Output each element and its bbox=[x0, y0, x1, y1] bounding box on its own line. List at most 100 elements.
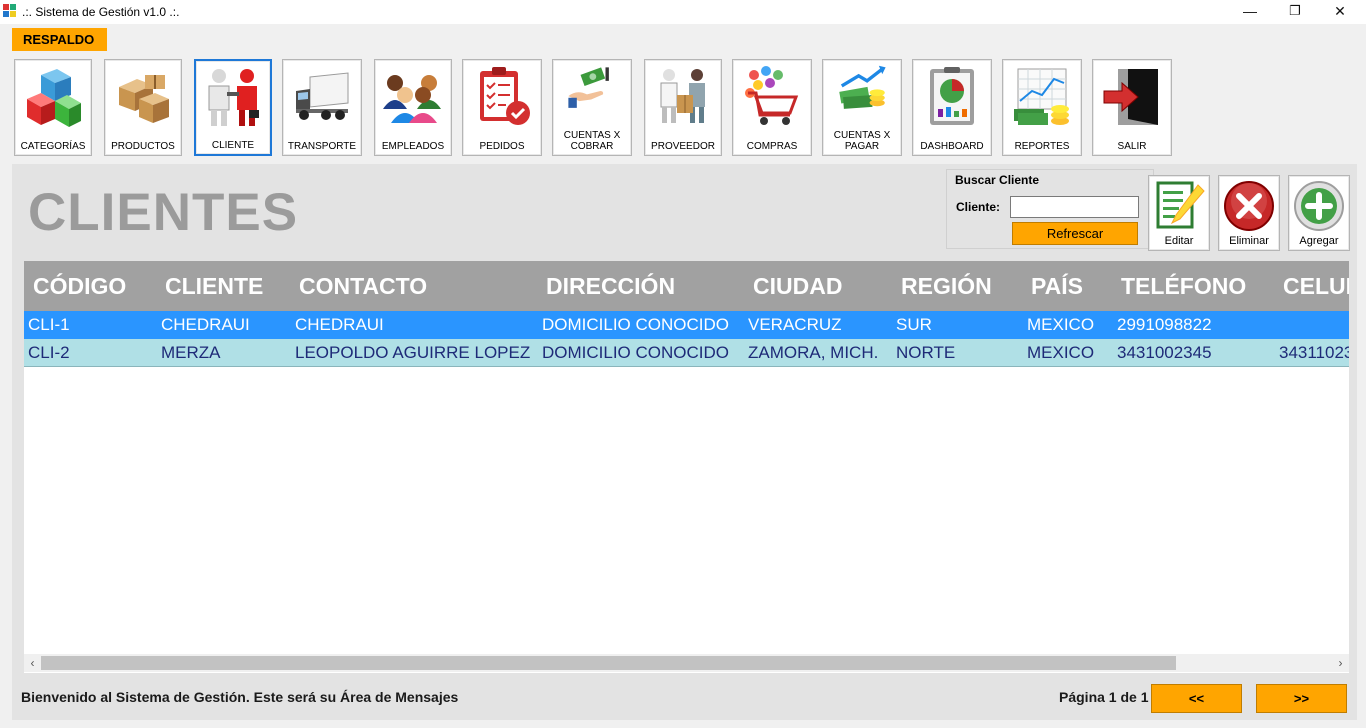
table-row[interactable]: CLI-2 MERZA LEOPOLDO AGUIRRE LOPEZ DOMIC… bbox=[24, 339, 1349, 367]
table-cell: ZAMORA, MICH. bbox=[748, 343, 879, 362]
shopping-cart-icon bbox=[745, 66, 799, 125]
products-button[interactable]: PRODUCTOS bbox=[104, 59, 182, 156]
dashboard-label: DASHBOARD bbox=[920, 141, 984, 152]
column-header[interactable]: CONTACTO bbox=[299, 273, 427, 300]
categories-label: CATEGORÍAS bbox=[20, 141, 86, 152]
money-hand-icon bbox=[568, 67, 609, 108]
grid-header: CÓDIGO CLIENTE CONTACTO DIRECCIÓN CIUDAD… bbox=[24, 261, 1349, 311]
table-cell: MEXICO bbox=[1027, 315, 1095, 334]
client-search-label: Cliente: bbox=[956, 200, 1001, 214]
table-cell: CLI-1 bbox=[28, 315, 70, 334]
money-stack-icon bbox=[839, 65, 886, 109]
status-message: Bienvenido al Sistema de Gestión. Este s… bbox=[21, 689, 459, 705]
table-cell: 34311023 bbox=[1279, 343, 1349, 362]
column-header[interactable]: CELUL bbox=[1283, 273, 1349, 300]
table-cell: MEXICO bbox=[1027, 343, 1095, 362]
table-cell: CLI-2 bbox=[28, 343, 70, 362]
clients-grid[interactable]: CÓDIGO CLIENTE CONTACTO DIRECCIÓN CIUDAD… bbox=[24, 261, 1349, 673]
column-header[interactable]: REGIÓN bbox=[901, 273, 992, 300]
table-cell: DOMICILIO CONOCIDO bbox=[542, 315, 730, 334]
report-chart-icon bbox=[1014, 68, 1069, 125]
categories-button[interactable]: CATEGORÍAS bbox=[14, 59, 92, 156]
products-label: PRODUCTOS bbox=[111, 141, 175, 152]
receivables-label: CUENTAS X COBRAR bbox=[563, 130, 621, 152]
boxes-icon bbox=[119, 75, 169, 123]
clients-label: CLIENTE bbox=[211, 140, 255, 151]
column-header[interactable]: CLIENTE bbox=[165, 273, 263, 300]
delivery-icon bbox=[660, 69, 705, 123]
orders-button[interactable]: PEDIDOS bbox=[462, 59, 542, 156]
column-header[interactable]: PAÍS bbox=[1031, 273, 1083, 300]
transport-button[interactable]: TRANSPORTE bbox=[282, 59, 362, 156]
exit-label: SALIR bbox=[1117, 141, 1147, 152]
add-icon bbox=[1294, 181, 1344, 231]
prev-page-button[interactable]: << bbox=[1151, 684, 1242, 713]
scrollbar-thumb[interactable] bbox=[41, 656, 1176, 670]
employees-button[interactable]: EMPLEADOS bbox=[374, 59, 452, 156]
purchases-button[interactable]: COMPRAS bbox=[732, 59, 812, 156]
horizontal-scrollbar[interactable]: ‹ › bbox=[24, 654, 1349, 672]
column-header[interactable]: DIRECCIÓN bbox=[546, 273, 675, 300]
edit-button[interactable]: Editar bbox=[1148, 175, 1210, 251]
menu-strip: RESPALDO bbox=[0, 24, 1366, 54]
handshake-icon bbox=[208, 69, 259, 126]
clients-button[interactable]: CLIENTE bbox=[194, 59, 272, 156]
add-label: Agregar bbox=[1299, 235, 1339, 247]
exit-door-icon bbox=[1103, 69, 1158, 125]
table-cell: SUR bbox=[896, 315, 932, 334]
payables-button[interactable]: CUENTAS X PAGAR bbox=[822, 59, 902, 156]
page-title: CLIENTES bbox=[28, 183, 299, 242]
scroll-left-icon[interactable]: ‹ bbox=[24, 655, 41, 671]
minimize-button[interactable]: — bbox=[1227, 0, 1273, 24]
delete-icon bbox=[1224, 181, 1274, 231]
delete-button[interactable]: Eliminar bbox=[1218, 175, 1280, 251]
scroll-right-icon[interactable]: › bbox=[1332, 655, 1349, 671]
table-row[interactable]: CLI-1 CHEDRAUI CHEDRAUI DOMICILIO CONOCI… bbox=[24, 311, 1349, 339]
backup-menu[interactable]: RESPALDO bbox=[12, 28, 107, 51]
page-indicator: Página 1 de 1 bbox=[1059, 689, 1149, 705]
window-title: .:. Sistema de Gestión v1.0 .:. bbox=[22, 5, 180, 19]
employees-label: EMPLEADOS bbox=[381, 141, 445, 152]
clients-panel: CLIENTES Buscar Cliente Cliente: Refresc… bbox=[12, 164, 1357, 720]
supplier-label: PROVEEDOR bbox=[651, 141, 715, 152]
table-cell: LEOPOLDO AGUIRRE LOPEZ bbox=[295, 343, 531, 362]
client-search-input[interactable] bbox=[1010, 196, 1139, 218]
next-page-button[interactable]: >> bbox=[1256, 684, 1347, 713]
pie-chart-icon bbox=[930, 67, 974, 125]
orders-label: PEDIDOS bbox=[479, 141, 525, 152]
add-button[interactable]: Agregar bbox=[1288, 175, 1350, 251]
table-cell: MERZA bbox=[161, 343, 221, 362]
people-icon bbox=[383, 75, 441, 123]
payables-label: CUENTAS X PAGAR bbox=[833, 130, 891, 152]
column-header[interactable]: TELÉFONO bbox=[1121, 273, 1246, 300]
close-button[interactable]: ✕ bbox=[1317, 0, 1363, 24]
cubes-icon bbox=[27, 69, 81, 127]
edit-icon bbox=[1156, 181, 1205, 229]
supplier-button[interactable]: PROVEEDOR bbox=[644, 59, 722, 156]
table-cell: VERACRUZ bbox=[748, 315, 842, 334]
restore-button[interactable]: ❐ bbox=[1272, 0, 1318, 24]
refresh-button[interactable]: Refrescar bbox=[1012, 222, 1138, 245]
delete-label: Eliminar bbox=[1229, 235, 1269, 247]
reports-label: REPORTES bbox=[1014, 141, 1070, 152]
search-group: Buscar Cliente Cliente: Refrescar bbox=[946, 169, 1154, 249]
table-cell: 2991098822 bbox=[1117, 315, 1212, 334]
purchases-label: COMPRAS bbox=[746, 141, 798, 152]
table-cell: 3431002345 bbox=[1117, 343, 1212, 362]
truck-icon bbox=[296, 72, 349, 120]
receivables-button[interactable]: CUENTAS X COBRAR bbox=[552, 59, 632, 156]
dashboard-button[interactable]: DASHBOARD bbox=[912, 59, 992, 156]
transport-label: TRANSPORTE bbox=[287, 141, 357, 152]
clipboard-check-icon bbox=[480, 67, 530, 125]
table-cell: CHEDRAUI bbox=[295, 315, 384, 334]
search-legend: Buscar Cliente bbox=[955, 173, 1040, 187]
table-cell: DOMICILIO CONOCIDO bbox=[542, 343, 730, 362]
table-cell: NORTE bbox=[896, 343, 956, 362]
edit-label: Editar bbox=[1164, 235, 1194, 247]
exit-button[interactable]: SALIR bbox=[1092, 59, 1172, 156]
column-header[interactable]: CÓDIGO bbox=[33, 273, 126, 300]
title-bar: .:. Sistema de Gestión v1.0 .:. — ❐ ✕ bbox=[0, 0, 1366, 24]
table-cell: CHEDRAUI bbox=[161, 315, 250, 334]
reports-button[interactable]: REPORTES bbox=[1002, 59, 1082, 156]
column-header[interactable]: CIUDAD bbox=[753, 273, 842, 300]
